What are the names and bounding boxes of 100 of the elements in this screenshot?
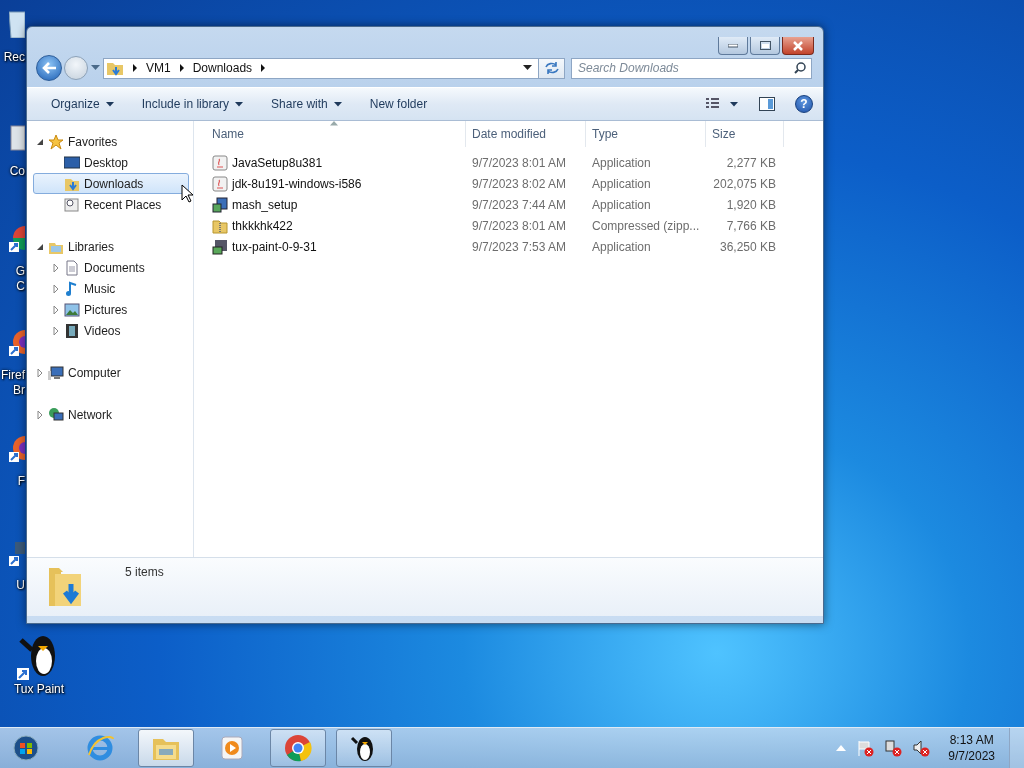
close-button[interactable] [782,37,814,55]
application-icon [212,238,228,255]
flag-with-x-icon[interactable] [856,739,875,757]
file-type: Application [592,155,651,170]
column-header[interactable]: Size [712,127,736,141]
desktop-icon-label: Rec [3,50,25,65]
breadcrumb-arrow-icon[interactable] [130,64,140,72]
bin-icon[interactable] [9,8,25,38]
expanded-arrow-icon[interactable] [36,242,44,251]
nav-item[interactable]: Pictures [84,302,128,317]
toolbar-button[interactable]: New folder [361,93,436,115]
file-name[interactable]: mash_setup [232,197,298,212]
file-size: 1,920 KB [726,197,776,212]
desktop-icon-label: F [17,474,25,489]
maximize-button[interactable] [750,37,780,55]
nav-item[interactable]: Computer [68,365,121,380]
network-with-x-icon[interactable] [884,739,903,757]
close-icon [792,40,804,51]
caret-icon [105,101,114,107]
file-type: Application [592,176,651,191]
column-header[interactable]: Date modified [472,127,547,141]
refresh-icon [543,61,560,75]
collapsed-arrow-icon[interactable] [36,368,44,377]
desktop-icon-label: G [15,264,25,279]
back-button[interactable] [36,55,62,81]
folder-icon [106,60,124,76]
file-name[interactable]: thkkkhk422 [232,218,293,233]
desktop-icon-label: Firef [1,368,25,383]
minimize-button[interactable] [718,37,748,55]
nav-item-label[interactable]: Downloads [84,176,144,191]
file-size: 2,277 KB [726,155,776,170]
collapsed-arrow-icon[interactable] [52,263,60,272]
letter-e-icon [85,733,115,763]
desktop-icon-label: Br [13,383,25,398]
list-view-icon [705,97,739,111]
caret-icon [333,101,342,107]
collapsed-arrow-icon[interactable] [52,326,60,335]
file-name[interactable]: tux-paint-0-9-31 [232,239,317,254]
desktop-icon-label: Co [9,164,25,179]
nav-item[interactable]: Desktop [84,155,129,170]
collapsed-arrow-icon[interactable] [36,410,44,419]
preview-pane-icon [759,97,775,111]
breadcrumb[interactable]: Downloads [192,61,253,75]
file-size: 202,075 KB [713,176,776,191]
file-size: 36,250 KB [719,239,776,254]
network-icon [48,406,64,423]
file-size: 7,766 KB [726,218,776,233]
desktop-icon-label: C [16,279,25,294]
file-type: Application [592,197,651,212]
toolbar-button[interactable]: Share with [263,93,350,115]
clock-date[interactable]: 9/7/2023 [948,748,995,764]
java-installer-icon [212,175,228,192]
nav-item[interactable]: Favorites [68,134,118,149]
file-type: Compressed (zipp... [592,218,700,233]
nav-item[interactable]: Videos [84,323,121,338]
file-type: Application [592,239,651,254]
date-modified: 9/7/2023 7:44 AM [472,197,567,212]
circle-icon [283,733,313,763]
nav-item[interactable]: Network [68,407,112,422]
nav-item[interactable]: Documents [84,260,145,275]
taskbar-button[interactable] [336,729,392,767]
column-header[interactable]: Name [212,127,244,141]
back-arrow-icon [41,61,57,75]
installer-icon [212,196,228,213]
search-field[interactable]: Search Downloads [571,57,812,79]
date-modified: 9/7/2023 8:01 AM [472,155,567,170]
toolbar-button[interactable]: Organize [43,93,122,115]
collapsed-arrow-icon[interactable] [52,284,60,293]
minimize-icon [728,43,738,48]
clock-time[interactable]: 8:13 AM [949,732,994,748]
dropdown-caret-icon[interactable] [523,65,532,71]
speaker-muted-icon[interactable] [912,739,931,757]
desktop-icon-label: Tux Paint [13,682,65,697]
file-name[interactable]: jdk-8u191-windows-i586 [232,176,362,191]
expanded-arrow-icon[interactable] [36,137,44,146]
date-modified: 9/7/2023 7:53 AM [472,239,567,254]
refresh-button[interactable] [539,57,565,79]
nav-item[interactable]: Music [84,281,116,296]
caret-icon [235,101,244,107]
sort-arrow-icon [330,121,338,126]
date-modified: 9/7/2023 8:01 AM [472,218,567,233]
date-modified: 9/7/2023 8:02 AM [472,176,567,191]
column-header[interactable]: Type [592,127,618,141]
desktop-icon-label: U [16,578,25,593]
search-icon[interactable] [794,61,806,74]
maximize-icon [759,41,771,50]
toolbar-button[interactable]: Include in library [133,93,252,115]
picture-icon [64,301,80,318]
nav-item[interactable]: Libraries [68,239,115,254]
desktop-icon [64,154,80,171]
windows-logo-icon [13,735,39,761]
java-installer-icon [212,154,228,171]
file-name[interactable]: JavaSetup8u381 [232,155,323,170]
collapsed-arrow-icon[interactable] [52,305,60,314]
breadcrumb[interactable]: VM1 [146,61,171,75]
address-bar[interactable]: VM1 Downloads [103,57,539,79]
zip-folder-icon [212,217,228,234]
mouse-cursor-icon [181,184,195,204]
nav-item[interactable]: Recent Places [84,197,162,212]
star-icon [48,133,64,150]
